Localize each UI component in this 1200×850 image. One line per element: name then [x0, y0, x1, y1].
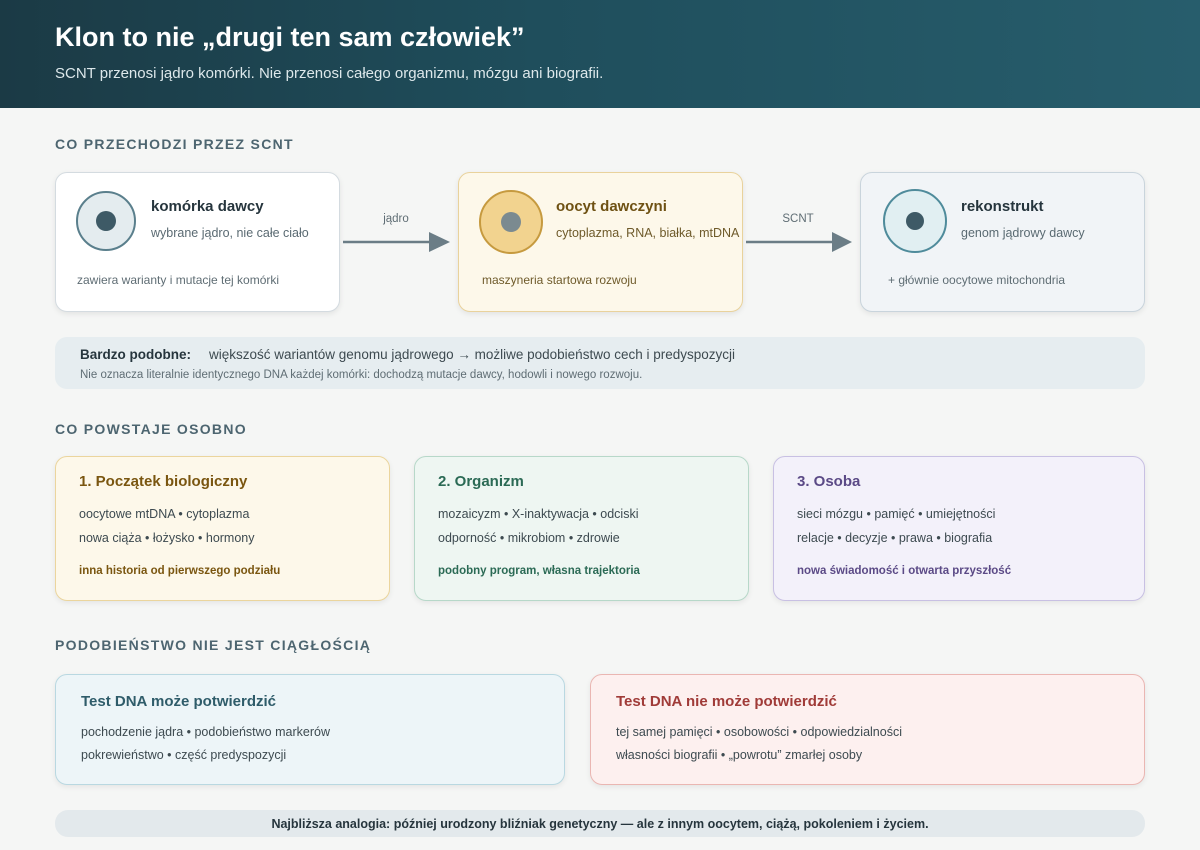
card-line: odporność • mikrobiom • zdrowie: [438, 531, 620, 545]
step-note: zawiera warianty i mutacje tej komórki: [77, 273, 280, 287]
step-subtitle: cytoplazma, RNA, białka, mtDNA: [556, 226, 740, 240]
card-title: 3. Osoba: [797, 473, 861, 490]
similarity-value: większość wariantów genomu jądrowego → m…: [209, 347, 735, 362]
step-note: + głównie oocytowe mitochondria: [888, 273, 1066, 287]
card-organism: 2. Organizm mozaicyzm • X-inaktywacja • …: [414, 456, 749, 601]
step-reconstruct: rekonstrukt genom jądrowy dawcy + główni…: [860, 172, 1145, 312]
page-subtitle: SCNT przenosi jądro komórki. Nie przenos…: [55, 65, 604, 82]
step-title: oocyt dawczyni: [556, 198, 667, 215]
dna-can-line: pokrewieństwo • część predyspozycji: [81, 748, 287, 762]
step-title: komórka dawcy: [151, 198, 264, 215]
nucleus-icon: [906, 212, 924, 230]
section-title-separate: CO POWSTAJE OSOBNO: [55, 421, 247, 437]
dna-cannot-confirm-box: Test DNA nie może potwierdzić tej samej …: [590, 674, 1145, 785]
section-title-scnt: CO PRZECHODZI PRZEZ SCNT: [55, 136, 294, 152]
card-line: nowa ciąża • łożysko • hormony: [79, 531, 255, 545]
dna-cannot-line: własności biografii • „powrotu” zmarłej …: [616, 748, 863, 762]
card-title: 1. Początek biologiczny: [79, 473, 248, 490]
oocyte-icon: [479, 190, 543, 254]
arrow-right-icon: [746, 232, 852, 252]
step-title: rekonstrukt: [961, 198, 1044, 215]
reconstruct-cell-icon: [883, 189, 947, 253]
step-subtitle: genom jądrowy dawcy: [961, 226, 1085, 240]
card-footer: inna historia od pierwszego podziału: [79, 565, 281, 577]
card-line: oocytowe mtDNA • cytoplazma: [79, 507, 250, 521]
arrow-right-icon: [343, 232, 450, 252]
arrow-label-nucleus: jądro: [383, 213, 409, 225]
step-donor-cell: komórka dawcy wybrane jądro, nie całe ci…: [55, 172, 340, 312]
card-title: 2. Organizm: [438, 473, 524, 490]
dna-cannot-title: Test DNA nie może potwierdzić: [616, 693, 837, 710]
header-banner: Klon to nie „drugi ten sam człowiek” SCN…: [0, 0, 1200, 108]
card-line: relacje • decyzje • prawa • biografia: [797, 531, 993, 545]
step-subtitle: wybrane jądro, nie całe ciało: [151, 226, 309, 240]
similarity-note: Nie oznacza literalnie identycznego DNA …: [80, 369, 643, 381]
step-note: maszyneria startowa rozwoju: [482, 273, 637, 287]
section-title-similarity: PODOBIEŃSTWO NIE JEST CIĄGŁOŚCIĄ: [55, 637, 372, 653]
dna-can-title: Test DNA może potwierdzić: [81, 693, 277, 710]
nucleus-icon: [96, 211, 116, 231]
nucleus-icon: [501, 212, 521, 232]
card-line: sieci mózgu • pamięć • umiejętności: [797, 507, 996, 521]
similarity-box: Bardzo podobne: większość wariantów geno…: [55, 337, 1145, 389]
similarity-label: Bardzo podobne:: [80, 347, 191, 362]
donor-cell-icon: [76, 191, 136, 251]
analogy-banner: Najbliższa analogia: później urodzony bl…: [55, 810, 1145, 837]
card-line: mozaicyzm • X-inaktywacja • odciski: [438, 507, 639, 521]
card-footer: nowa świadomość i otwarta przyszłość: [797, 565, 1012, 577]
page-title: Klon to nie „drugi ten sam człowiek”: [55, 22, 525, 52]
step-oocyte: oocyt dawczyni cytoplazma, RNA, białka, …: [458, 172, 743, 312]
dna-can-confirm-box: Test DNA może potwierdzić pochodzenie ją…: [55, 674, 565, 785]
arrow-label-scnt: SCNT: [782, 213, 814, 225]
card-footer: podobny program, własna trajektoria: [438, 565, 640, 577]
card-biological-start: 1. Początek biologiczny oocytowe mtDNA •…: [55, 456, 390, 601]
card-person: 3. Osoba sieci mózgu • pamięć • umiejętn…: [773, 456, 1145, 601]
dna-cannot-line: tej samej pamięci • osobowości • odpowie…: [616, 725, 902, 739]
dna-can-line: pochodzenie jądra • podobieństwo markeró…: [81, 725, 330, 739]
